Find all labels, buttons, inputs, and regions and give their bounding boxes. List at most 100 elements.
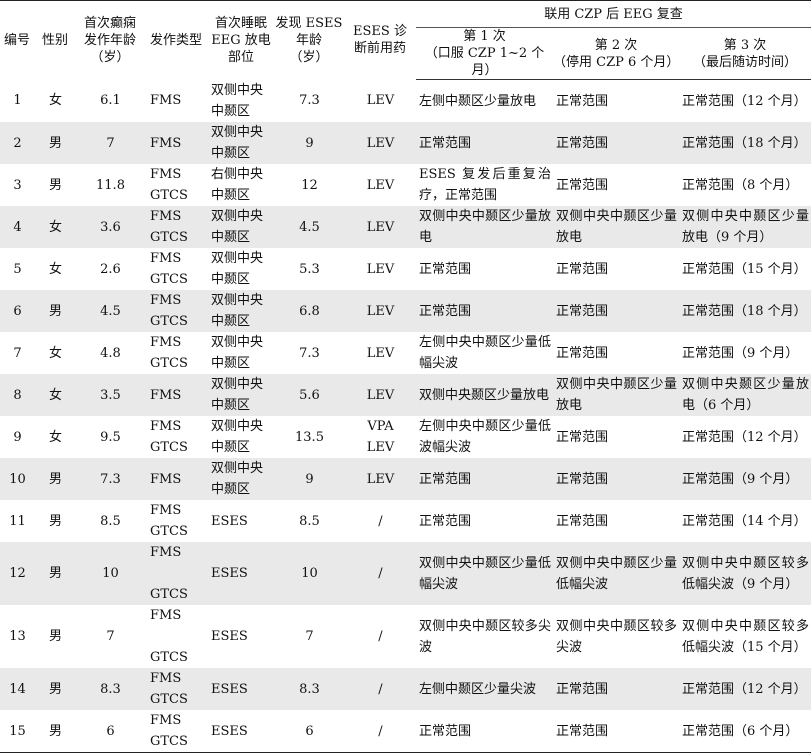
cell-seizure-type: FMS GTCS xyxy=(144,668,208,710)
cell-pre-drug: LEV xyxy=(344,206,416,248)
cell-eses-age: 10 xyxy=(274,542,344,605)
cell-sex: 女 xyxy=(48,261,62,277)
cell-eses-age: 9 xyxy=(274,122,344,164)
cell-id: 12 xyxy=(0,542,34,605)
cell-seizure-type: FMS GTCS xyxy=(144,542,208,605)
cell-eeg-site: ESES xyxy=(211,513,248,529)
cell-eeg-site: ESES xyxy=(208,542,274,605)
cell-followup-2: 双侧中央中颞区少量低幅尖波 xyxy=(553,542,679,605)
cell-id: 5 xyxy=(13,261,22,277)
cell-pre-drug: LEV xyxy=(366,261,395,277)
cell-onset-age: 7.3 xyxy=(76,458,144,500)
cell-followup-2: 正常范围 xyxy=(553,290,679,332)
table-row: 8 女 3.5 FMS 双侧中央 中颞区 5.6 LEV 双侧中央颞区少量放电 双侧中央中颞区少… xyxy=(0,374,811,416)
cell-eeg-site: ESES xyxy=(211,629,248,644)
cell-seizure-type: FMS GTCS xyxy=(144,290,208,332)
cell-sex: 男 xyxy=(34,290,76,332)
table-row: 11 男 8.5 FMS GTCS ESES 8.5 / 正常范围 正常范围 正常范围（14 个月… xyxy=(0,500,811,542)
table-row: 5 女 2.6 FMS GTCS 双侧中央 中颞区 5.3 LEV 正常范围 正常范围 正常范围（… xyxy=(0,248,811,290)
cell-eses-age: 5.6 xyxy=(274,374,344,416)
clinical-data-table-page: 编号 性别 首次癫痫 发作年龄 （岁） 发作类型 首次睡眠 EEG 放电 部位 … xyxy=(0,0,811,753)
cell-onset-age: 8.3 xyxy=(76,668,144,710)
cell-followup-1: 左侧中央中颞区少量低幅尖波 xyxy=(419,335,551,371)
cell-onset-age: 6 xyxy=(76,710,144,753)
cell-pre-drug: LEV xyxy=(344,374,416,416)
cell-onset-age: 3.6 xyxy=(76,206,144,248)
cell-eses-age: 6 xyxy=(274,710,344,753)
table-row: 9 女 9.5 FMS GTCS 双侧中央 中颞区 13.5 VPA LEV 左侧中央中颞区少… xyxy=(0,416,811,458)
cell-eses-age: 4.5 xyxy=(274,206,344,248)
cell-followup-3: 正常范围（9 个月） xyxy=(679,458,811,500)
cell-followup-2: 正常范围 xyxy=(556,429,609,445)
cell-eses-age: 8.5 xyxy=(299,513,320,529)
cell-followup-3: 双侧中央中颞区较多低幅尖波（15 个月） xyxy=(682,618,810,655)
cell-eeg-site: 双侧中央 中颞区 xyxy=(211,82,264,119)
header-followup-2: 第 2 次 （停用 CZP 6 个月） xyxy=(553,27,679,80)
cell-followup-2: 正常范围 xyxy=(556,177,609,193)
table-row: 1 女 6.1 FMS 双侧中央 中颞区 7.3 LEV 左侧中颞区少量放电 正常范围 正常范围（… xyxy=(0,80,811,123)
header-eeg-site: 首次睡眠 EEG 放电 部位 xyxy=(208,0,274,80)
cell-pre-drug: LEV xyxy=(344,122,416,164)
cell-followup-1: 正常范围 xyxy=(416,710,553,753)
cell-eeg-site: 双侧中央 中颞区 xyxy=(211,251,264,287)
table-row: 7 女 4.8 FMS GTCS 双侧中央 中颞区 7.3 LEV 左侧中央中颞区少量低幅尖波… xyxy=(0,332,811,374)
cell-eses-age: 9 xyxy=(274,458,344,500)
cell-onset-age: 9.5 xyxy=(100,429,121,445)
cell-id: 13 xyxy=(9,629,26,644)
header-eses-age: 发现 ESES 年龄 （岁） xyxy=(274,0,344,80)
cell-followup-3: 双侧中央中颞区少量放电（9 个月） xyxy=(679,206,811,248)
cell-eeg-site: 右侧中央 中颞区 xyxy=(211,167,264,203)
cell-id: 3 xyxy=(13,177,22,193)
cell-seizure-type: FMS GTCS xyxy=(144,206,208,248)
cell-seizure-type: FMS GTCS xyxy=(144,710,208,753)
cell-id: 4 xyxy=(0,206,34,248)
cell-onset-age: 8.5 xyxy=(100,513,121,529)
cell-eses-age: 7 xyxy=(305,629,314,644)
cell-pre-drug: / xyxy=(344,668,416,710)
table-row: 10 男 7.3 FMS 双侧中央 中颞区 9 LEV 正常范围 正常范围 正常范围（9 个月） xyxy=(0,458,811,500)
cell-followup-3: 双侧中央颞区少量放电（6 个月） xyxy=(679,374,811,416)
cell-followup-1: 双侧中央中颞区少量低幅尖波 xyxy=(416,542,553,605)
cell-id: 9 xyxy=(13,429,22,445)
cell-onset-age: 2.6 xyxy=(100,261,121,277)
header-followup-1: 第 1 次 （口服 CZP 1~2 个月） xyxy=(416,27,553,80)
cell-id: 7 xyxy=(13,345,22,361)
cell-eeg-site: 双侧中央 中颞区 xyxy=(208,122,274,164)
cell-followup-3: 正常范围（18 个月） xyxy=(679,122,811,164)
table-row: 15 男 6 FMS GTCS ESES 6/正常范围 正常范围 正常范围（6 个月） xyxy=(0,710,811,753)
cell-onset-age: 4.5 xyxy=(76,290,144,332)
header-id: 编号 xyxy=(0,0,34,80)
cell-seizure-type: FMS GTCS xyxy=(150,503,188,539)
cell-seizure-type: FMS GTCS xyxy=(150,608,188,665)
cell-eeg-site: 双侧中央 中颞区 xyxy=(208,206,274,248)
cell-eeg-site: ESES xyxy=(208,668,274,710)
cell-followup-1: 正常范围 xyxy=(419,513,472,529)
cell-sex: 女 xyxy=(34,374,76,416)
cell-seizure-type: FMS GTCS xyxy=(150,251,188,287)
cell-pre-drug: LEV xyxy=(366,345,395,361)
cell-eeg-site: 双侧中央 中颞区 xyxy=(208,374,274,416)
cell-sex: 女 xyxy=(34,206,76,248)
table-row: 2 男 7 FMS 双侧中央 中颞区 9 LEV 正常范围 正常范围 正常范围（18 个月） xyxy=(0,122,811,164)
cell-sex: 男 xyxy=(34,458,76,500)
cell-seizure-type: FMS xyxy=(144,374,208,416)
cell-followup-3: 正常范围（12 个月） xyxy=(682,429,807,445)
cell-sex: 男 xyxy=(48,177,62,193)
cell-seizure-type: FMS xyxy=(144,122,208,164)
cell-followup-3: 正常范围（15 个月） xyxy=(682,261,807,277)
cell-eses-age: 7.3 xyxy=(299,93,320,109)
table-row: 12 男 10 FMS GTCS ESES 10/双侧中央中颞区少量低幅尖波 双侧中央中颞区… xyxy=(0,542,811,605)
cell-eeg-site: ESES xyxy=(208,710,274,753)
cell-sex: 男 xyxy=(48,629,62,644)
cell-eses-age: 7.3 xyxy=(299,345,320,361)
cell-seizure-type: FMS xyxy=(144,458,208,500)
cell-id: 2 xyxy=(0,122,34,164)
cell-seizure-type: FMS GTCS xyxy=(150,419,188,455)
table-row: 3 男 11.8 FMS GTCS 右侧中央 中颞区 12 LEV ESES 复发后重复治疗，… xyxy=(0,164,811,206)
cell-seizure-type: FMS GTCS xyxy=(150,335,188,371)
cell-id: 6 xyxy=(0,290,34,332)
cell-pre-drug: / xyxy=(344,542,416,605)
cell-sex: 男 xyxy=(34,122,76,164)
cell-id: 14 xyxy=(0,668,34,710)
cell-sex: 女 xyxy=(48,429,62,445)
